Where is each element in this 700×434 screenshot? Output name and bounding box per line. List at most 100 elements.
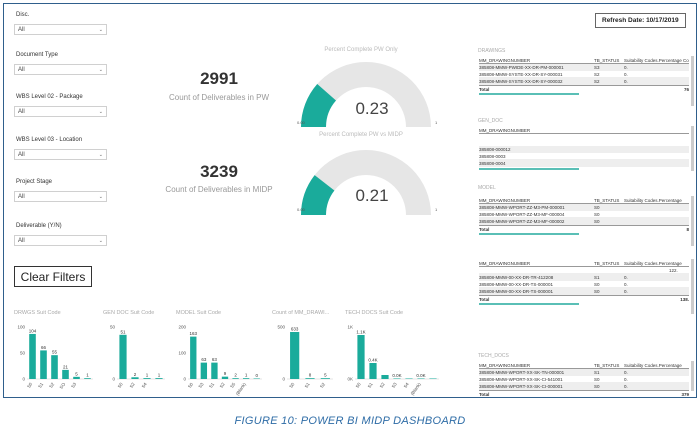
column-header[interactable]: TB_STATUS: [594, 363, 624, 368]
horizontal-scrollbar[interactable]: [479, 303, 579, 305]
bar[interactable]: [211, 362, 218, 379]
vertical-scrollbar[interactable]: [691, 196, 694, 246]
table-row[interactable]: 385808-0003: [479, 153, 689, 160]
column-header[interactable]: MM_DRAWINGNUMBER: [479, 128, 594, 133]
horizontal-scrollbar[interactable]: [479, 93, 579, 95]
gauge-midp-max: 1: [435, 207, 438, 212]
vertical-scrollbar[interactable]: [691, 259, 694, 314]
column-header[interactable]: MM_DRAWINGNUMBER: [479, 58, 594, 63]
table-row[interactable]: 385808-MMW-WPORT-XX-SK-CI-000001 S0 0.: [479, 383, 689, 390]
table-row[interactable]: 385808-MMW-SYSTE-XX-DR-SY-000032 S2 0.: [479, 78, 689, 85]
slicer-dropdown[interactable]: All ⌄: [14, 149, 107, 160]
x-tick-label: S0: [117, 381, 125, 389]
column-header[interactable]: TB_STATUS: [594, 261, 624, 266]
column-header[interactable]: Suitability Codes.Percentage: [624, 363, 689, 368]
bar[interactable]: [119, 334, 127, 379]
horizontal-scrollbar[interactable]: [479, 168, 579, 170]
bar[interactable]: [40, 350, 47, 379]
bar[interactable]: [155, 378, 163, 379]
slicer-dropdown[interactable]: All ⌄: [14, 24, 107, 35]
chart-gen-doc-suit-code: 50 0 51 2 1 1 S0 S2 S4: [110, 325, 165, 389]
bar[interactable]: [62, 369, 69, 379]
bar[interactable]: [381, 375, 389, 379]
bar[interactable]: [221, 376, 229, 379]
bar[interactable]: [417, 378, 425, 380]
bar[interactable]: [290, 331, 300, 379]
table-row[interactable]: 385808-MMW-WPORT-XX-SK-CI-541001 S0 0.: [479, 376, 689, 383]
table-row[interactable]: 385808-MMW-00-XX-DR-TR-412208 S1 0.: [479, 274, 689, 281]
slicer-dropdown[interactable]: All ⌄: [14, 106, 107, 117]
bar[interactable]: [369, 363, 377, 379]
chart-drwgs-suit-code: 100 50 0 104 66 55 21 5 1 S0 S1 S2 SO S3: [17, 325, 93, 390]
bar[interactable]: [190, 336, 197, 379]
bar[interactable]: [73, 376, 80, 379]
table-row[interactable]: 385808-MMW-WPORT-ZZ-M3-MF-000002 S0: [479, 218, 689, 225]
table-cell: S1: [594, 274, 600, 280]
table-total-row: Total 138.: [479, 295, 689, 302]
bar[interactable]: [357, 335, 365, 379]
bar[interactable]: [405, 378, 413, 380]
slicer-dropdown[interactable]: All ⌄: [14, 64, 107, 75]
y-tick-label: 50: [20, 351, 26, 356]
column-header[interactable]: MM_DRAWINGNUMBER: [479, 261, 594, 266]
clear-filters-button[interactable]: Clear Filters: [14, 266, 92, 287]
table-total-row: Total 76: [479, 85, 689, 92]
table-row[interactable]: 385808-MMW-00-XX-DR-TS-000001 S0 0.: [479, 288, 689, 295]
table-cell: 385808-MMW-00-XX-DR-TR-412208: [479, 274, 554, 280]
horizontal-scrollbar[interactable]: [479, 233, 579, 235]
x-tick-label: S1: [304, 381, 312, 389]
table-cell: 0.: [624, 64, 628, 70]
x-tick-label: S2: [379, 381, 387, 389]
bar[interactable]: [242, 378, 250, 379]
bar-value-label: 2: [134, 372, 137, 377]
x-tick-label: (Blank): [235, 381, 248, 396]
column-header[interactable]: MM_DRAWINGNUMBER: [479, 363, 594, 368]
x-tick-label: S4: [403, 381, 411, 389]
table-row[interactable]: 385808-MMW-PWIDE-XX-DR-PM-000001 S3 0.: [479, 64, 689, 71]
bar-value-label: 163: [190, 331, 198, 336]
column-header[interactable]: Suitability Codes.Percentage: [624, 198, 689, 203]
vertical-scrollbar[interactable]: [691, 126, 694, 171]
bar[interactable]: [29, 333, 36, 379]
column-header[interactable]: TB_STATUS: [594, 58, 624, 63]
bar[interactable]: [84, 378, 91, 379]
bar-value-label: 66: [41, 345, 47, 350]
table-row[interactable]: 385808-MMW-WPORT-ZZ-M3-PM-000001 S0: [479, 204, 689, 211]
bar[interactable]: [305, 378, 315, 379]
bar[interactable]: [429, 378, 437, 380]
bar-value-label: 104: [29, 328, 37, 333]
bar[interactable]: [253, 378, 260, 380]
bar[interactable]: [143, 378, 151, 379]
table-row[interactable]: 385808-MMW-WPORT-XX-SK-TN-000001 S1 0.: [479, 369, 689, 376]
table-row[interactable]: 385808-000012: [479, 146, 689, 153]
table-row[interactable]: 385808-0004: [479, 160, 689, 167]
bar-value-label: 633: [291, 326, 299, 331]
bar-value-label: 55: [52, 350, 58, 355]
bar-value-label: 51: [120, 329, 126, 334]
column-header[interactable]: MM_DRAWINGNUMBER: [479, 198, 594, 203]
bar[interactable]: [131, 377, 139, 379]
bar[interactable]: [51, 355, 58, 379]
table-total-row: Total 379: [479, 390, 689, 397]
column-header[interactable]: TB_STATUS: [594, 198, 624, 203]
table-row[interactable]: 385808-MMW-00-XX-DR-TS-000001 S0 0.: [479, 281, 689, 288]
table-cell: 0.: [624, 369, 628, 375]
x-tick-label: S0: [187, 381, 195, 389]
slicer-dropdown[interactable]: All ⌄: [14, 191, 107, 202]
table-row[interactable]: 385808-MMW-SYSTE-XX-DR-SY-000031 S2 0.: [479, 71, 689, 78]
total-label: Total: [479, 391, 490, 397]
table-row[interactable]: 385808-MMW-WPORT-ZZ-M3-MF-000004 S0: [479, 211, 689, 218]
slicer-title: Deliverable (Y/N): [16, 223, 62, 229]
bar[interactable]: [320, 378, 330, 379]
bar-value-label: 8: [309, 373, 312, 378]
vertical-scrollbar[interactable]: [691, 361, 694, 391]
vertical-scrollbar[interactable]: [691, 56, 694, 106]
column-header[interactable]: Suitability Codes.Percentage: [624, 261, 689, 266]
bar[interactable]: [232, 378, 239, 379]
gauge-pw-max: 1: [435, 120, 438, 125]
column-header[interactable]: Suitability Codes.Percentage Complete: [624, 58, 689, 63]
table-header: MM_DRAWINGNUMBER TB_STATUS Suitability Cod…: [479, 361, 689, 369]
slicer-dropdown[interactable]: All ⌄: [14, 235, 107, 246]
bar[interactable]: [393, 378, 401, 380]
bar[interactable]: [200, 362, 208, 379]
